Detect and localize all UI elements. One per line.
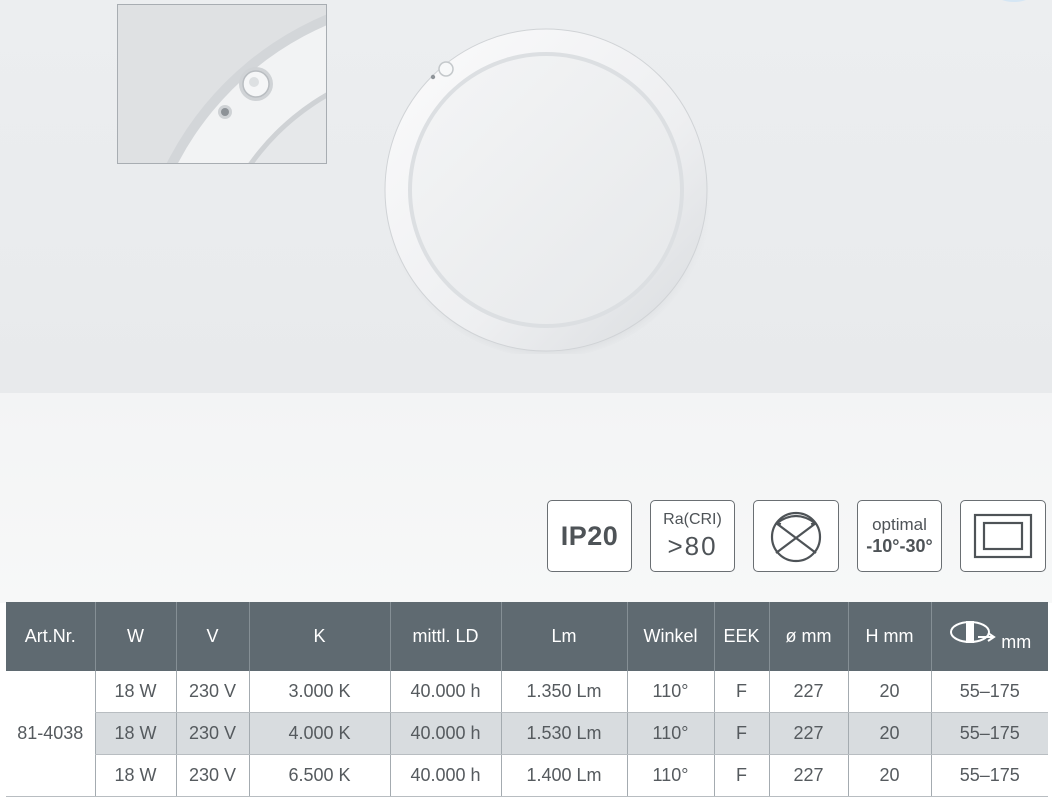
table-row: 81-4038 18 W 230 V 3.000 K 40.000 h 1.35… xyxy=(6,671,1048,797)
cell-angle: 110° xyxy=(626,712,714,755)
ip-rating-badge: IP20 xyxy=(547,500,632,572)
cell-angle: 110° xyxy=(626,671,714,713)
art-nr-cell: 81-4038 xyxy=(6,671,95,797)
cell-diameter: 227 xyxy=(768,754,848,797)
ip-rating-label: IP20 xyxy=(560,520,619,551)
cell-lifetime: 40.000 h xyxy=(389,712,501,755)
header-lumen: Lm xyxy=(500,602,627,671)
sensor-detail-image xyxy=(118,5,326,163)
cell-eek: F xyxy=(713,712,769,755)
header-cutout-unit: mm xyxy=(1001,632,1032,652)
cell-height: 20 xyxy=(847,754,931,797)
cell-height: 20 xyxy=(847,671,931,713)
cell-volt: 230 V xyxy=(175,712,249,755)
cell-diameter: 227 xyxy=(768,712,848,755)
cell-kelvin: 6.500 K xyxy=(248,754,390,797)
cell-volt: 230 V xyxy=(175,671,249,713)
cri-value: >80 xyxy=(667,530,718,561)
cell-cutout: 55–175 xyxy=(930,754,1048,797)
table-header-row: Art.Nr. W V K mittl. LD Lm Winkel EEK ø … xyxy=(6,602,1048,671)
cell-eek: F xyxy=(713,754,769,797)
cell-lumen: 1.350 Lm xyxy=(500,671,627,713)
header-eek: EEK xyxy=(713,602,769,671)
beam-angle-icon xyxy=(770,511,822,563)
header-diameter: ø mm xyxy=(768,602,848,671)
cell-lifetime: 40.000 h xyxy=(389,754,501,797)
cell-watt: 18 W xyxy=(94,671,176,713)
header-watt: W xyxy=(94,602,176,671)
cell-height: 20 xyxy=(847,712,931,755)
header-art-nr: Art.Nr. xyxy=(6,602,95,671)
header-volt: V xyxy=(175,602,249,671)
header-cutout: mm xyxy=(930,602,1048,671)
cell-watt: 18 W xyxy=(94,754,176,797)
cri-label: Ra(CRI) xyxy=(663,510,722,528)
table-row: 18 W 230 V 4.000 K 40.000 h 1.530 Lm 110… xyxy=(6,712,1048,755)
cell-angle: 110° xyxy=(626,754,714,797)
cell-diameter: 227 xyxy=(768,671,848,713)
cell-kelvin: 3.000 K xyxy=(248,671,390,713)
header-lifetime: mittl. LD xyxy=(389,602,501,671)
cell-cutout: 55–175 xyxy=(930,671,1048,713)
spec-table: Art.Nr. W V K mittl. LD Lm Winkel EEK ø … xyxy=(6,602,1048,797)
header-angle: Winkel xyxy=(626,602,714,671)
product-image xyxy=(380,22,712,358)
cell-volt: 230 V xyxy=(175,754,249,797)
sensor-detail-inset xyxy=(117,4,327,164)
cri-badge: Ra(CRI) >80 xyxy=(650,500,735,572)
optimal-value: -10°-30° xyxy=(866,536,933,556)
table-row: 18 W 230 V 6.500 K 40.000 h 1.400 Lm 110… xyxy=(6,754,1048,797)
cell-watt: 18 W xyxy=(94,712,176,755)
optimal-angle-badge: optimal -10°-30° xyxy=(857,500,942,572)
cell-kelvin: 4.000 K xyxy=(248,712,390,755)
installation-frame-badge xyxy=(960,500,1046,572)
optimal-label: optimal xyxy=(872,515,927,534)
installation-frame-icon xyxy=(973,513,1033,559)
cell-cutout: 55–175 xyxy=(930,712,1048,755)
cell-lumen: 1.400 Lm xyxy=(500,754,627,797)
cell-lumen: 1.530 Lm xyxy=(500,712,627,755)
beam-angle-badge xyxy=(753,500,839,572)
cell-lifetime: 40.000 h xyxy=(389,671,501,713)
cell-eek: F xyxy=(713,671,769,713)
cutout-diameter-icon xyxy=(950,621,997,643)
header-kelvin: K xyxy=(248,602,390,671)
header-height: H mm xyxy=(847,602,931,671)
